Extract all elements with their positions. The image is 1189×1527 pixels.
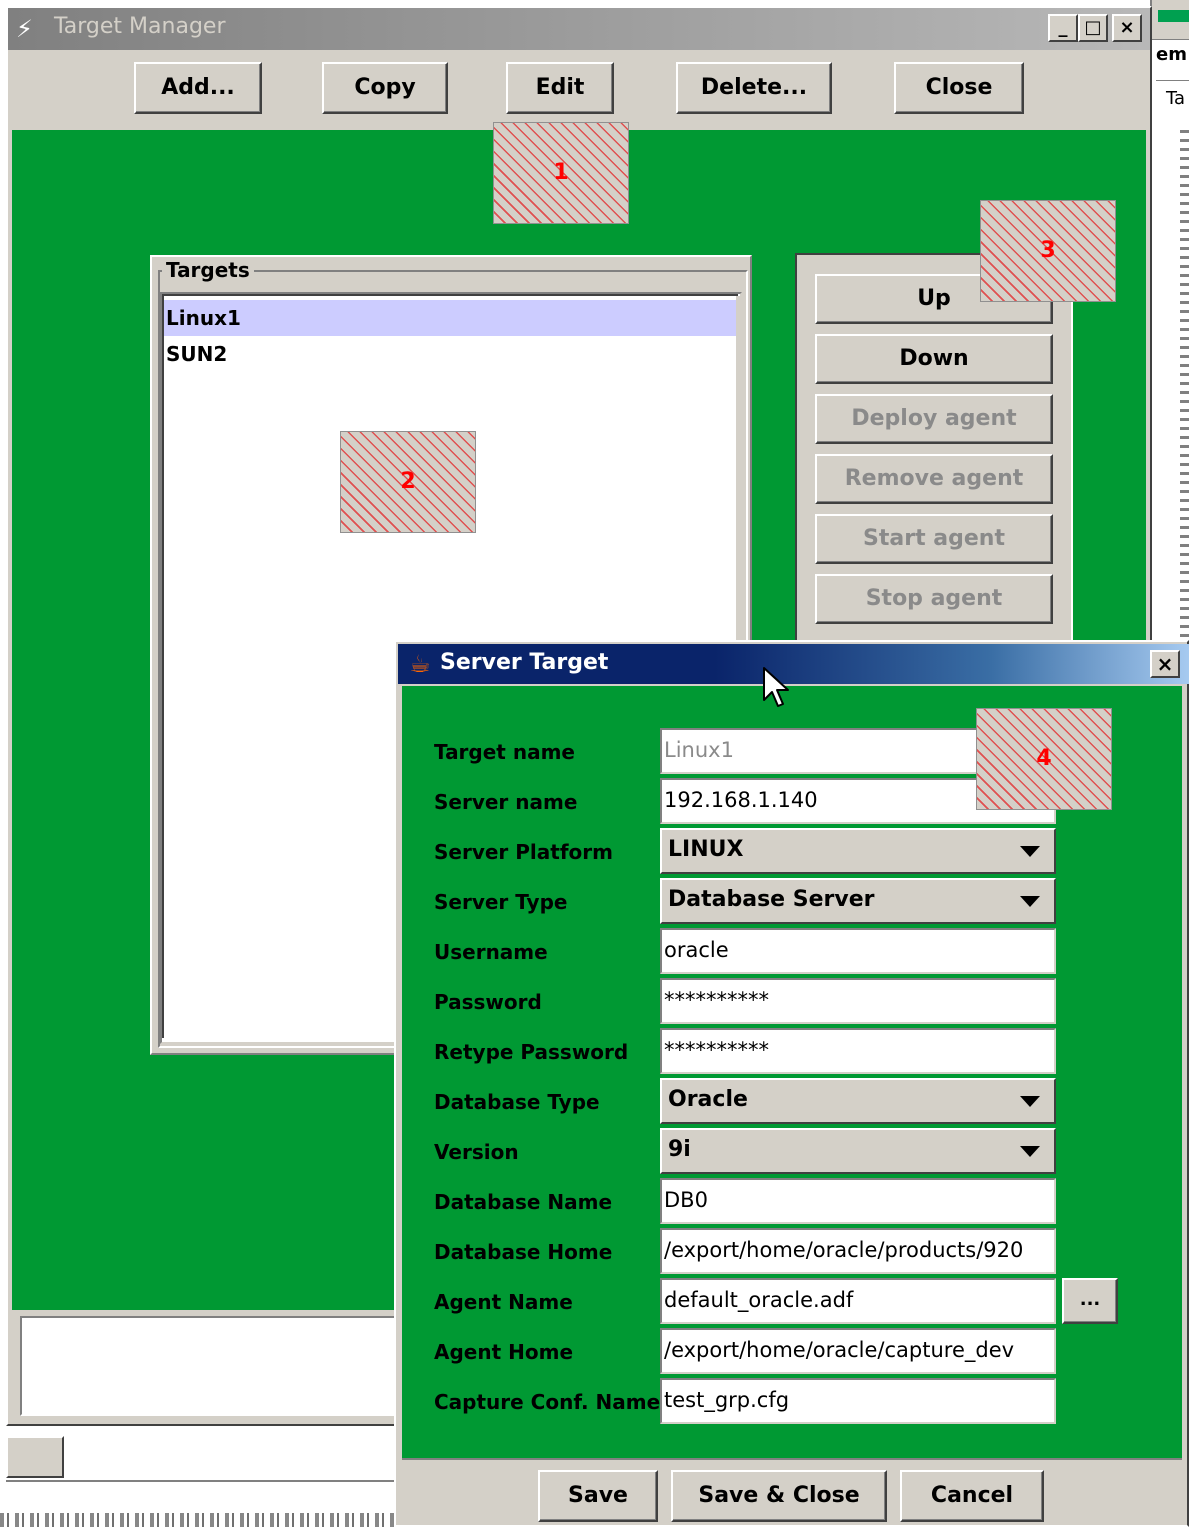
password-field[interactable]: ********** bbox=[660, 978, 1056, 1024]
database-name-label: Database Name bbox=[434, 1190, 613, 1214]
server-platform-value: LINUX bbox=[668, 837, 744, 862]
plug-icon: ⚡ bbox=[16, 15, 33, 43]
callout-box-4: 4 bbox=[976, 708, 1112, 810]
dropdown-arrow-icon bbox=[1020, 1096, 1040, 1107]
callout-box-2: 2 bbox=[340, 431, 476, 533]
server-platform-select[interactable]: LINUX bbox=[660, 828, 1056, 874]
retype-password-label: Retype Password bbox=[434, 1040, 629, 1064]
dropdown-arrow-icon bbox=[1020, 896, 1040, 907]
cancel-button[interactable]: Cancel bbox=[900, 1470, 1044, 1522]
password-label: Password bbox=[434, 990, 542, 1014]
dropdown-arrow-icon bbox=[1020, 1146, 1040, 1157]
capture-conf-name-field[interactable]: test_grp.cfg bbox=[660, 1378, 1056, 1424]
database-type-value: Oracle bbox=[668, 1087, 748, 1112]
save-and-close-button[interactable]: Save & Close bbox=[671, 1470, 887, 1522]
copy-button[interactable]: Copy bbox=[322, 62, 448, 114]
window-title: Target Manager bbox=[54, 14, 226, 39]
mouse-cursor-icon bbox=[762, 666, 792, 710]
delete-button[interactable]: Delete... bbox=[676, 62, 832, 114]
agent-home-field[interactable]: /export/home/oracle/capture_dev bbox=[660, 1328, 1056, 1374]
down-button[interactable]: Down bbox=[815, 334, 1053, 384]
status-bar-button[interactable] bbox=[6, 1436, 64, 1478]
agent-name-label: Agent Name bbox=[434, 1290, 573, 1314]
callout-box-1: 1 bbox=[493, 122, 629, 224]
callout-box-3: 3 bbox=[980, 200, 1116, 302]
background-window-accent bbox=[1158, 10, 1189, 22]
list-item[interactable]: SUN2 bbox=[164, 336, 738, 372]
dialog-title: Server Target bbox=[440, 650, 609, 675]
minimize-button[interactable]: _ bbox=[1048, 14, 1078, 42]
retype-password-field[interactable]: ********** bbox=[660, 1028, 1056, 1074]
agent-name-field[interactable]: default_oracle.adf bbox=[660, 1278, 1056, 1324]
save-button[interactable]: Save bbox=[538, 1470, 658, 1522]
add-button[interactable]: Add... bbox=[134, 62, 262, 114]
java-cup-icon: ☕ bbox=[409, 650, 431, 678]
database-type-label: Database Type bbox=[434, 1090, 600, 1114]
database-home-field[interactable]: /export/home/oracle/products/920 bbox=[660, 1228, 1056, 1274]
start-agent-button[interactable]: Start agent bbox=[815, 514, 1053, 564]
capture-conf-name-label: Capture Conf. Name bbox=[434, 1390, 661, 1414]
targets-group-legend: Targets bbox=[162, 258, 254, 282]
background-window-tab[interactable]: Ta bbox=[1166, 88, 1185, 109]
status-divider bbox=[6, 1480, 400, 1482]
dialog-close-button[interactable]: × bbox=[1150, 650, 1180, 678]
browse-button[interactable]: ... bbox=[1062, 1278, 1118, 1324]
server-type-value: Database Server bbox=[668, 887, 875, 912]
dialog-footer-divider bbox=[402, 1458, 1182, 1460]
database-type-select[interactable]: Oracle bbox=[660, 1078, 1056, 1124]
server-platform-label: Server Platform bbox=[434, 840, 613, 864]
username-label: Username bbox=[434, 940, 548, 964]
version-label: Version bbox=[434, 1140, 519, 1164]
database-name-field[interactable]: DB0 bbox=[660, 1178, 1056, 1224]
list-item-selected[interactable]: Linux1 bbox=[164, 300, 738, 336]
server-type-select[interactable]: Database Server bbox=[660, 878, 1056, 924]
close-window-button[interactable]: × bbox=[1112, 14, 1142, 42]
database-home-label: Database Home bbox=[434, 1240, 613, 1264]
target-name-label: Target name bbox=[434, 740, 575, 764]
username-field[interactable]: oracle bbox=[660, 928, 1056, 974]
agent-home-label: Agent Home bbox=[434, 1340, 574, 1364]
server-type-label: Server Type bbox=[434, 890, 568, 914]
dropdown-arrow-icon bbox=[1020, 846, 1040, 857]
version-value: 9i bbox=[668, 1137, 691, 1162]
version-select[interactable]: 9i bbox=[660, 1128, 1056, 1174]
server-name-label: Server name bbox=[434, 790, 578, 814]
deploy-agent-button[interactable]: Deploy agent bbox=[815, 394, 1053, 444]
close-button[interactable]: Close bbox=[894, 62, 1024, 114]
background-window-label: em bbox=[1156, 44, 1187, 65]
remove-agent-button[interactable]: Remove agent bbox=[815, 454, 1053, 504]
stop-agent-button[interactable]: Stop agent bbox=[815, 574, 1053, 624]
edit-button[interactable]: Edit bbox=[506, 62, 614, 114]
maximize-button[interactable]: □ bbox=[1078, 14, 1108, 42]
